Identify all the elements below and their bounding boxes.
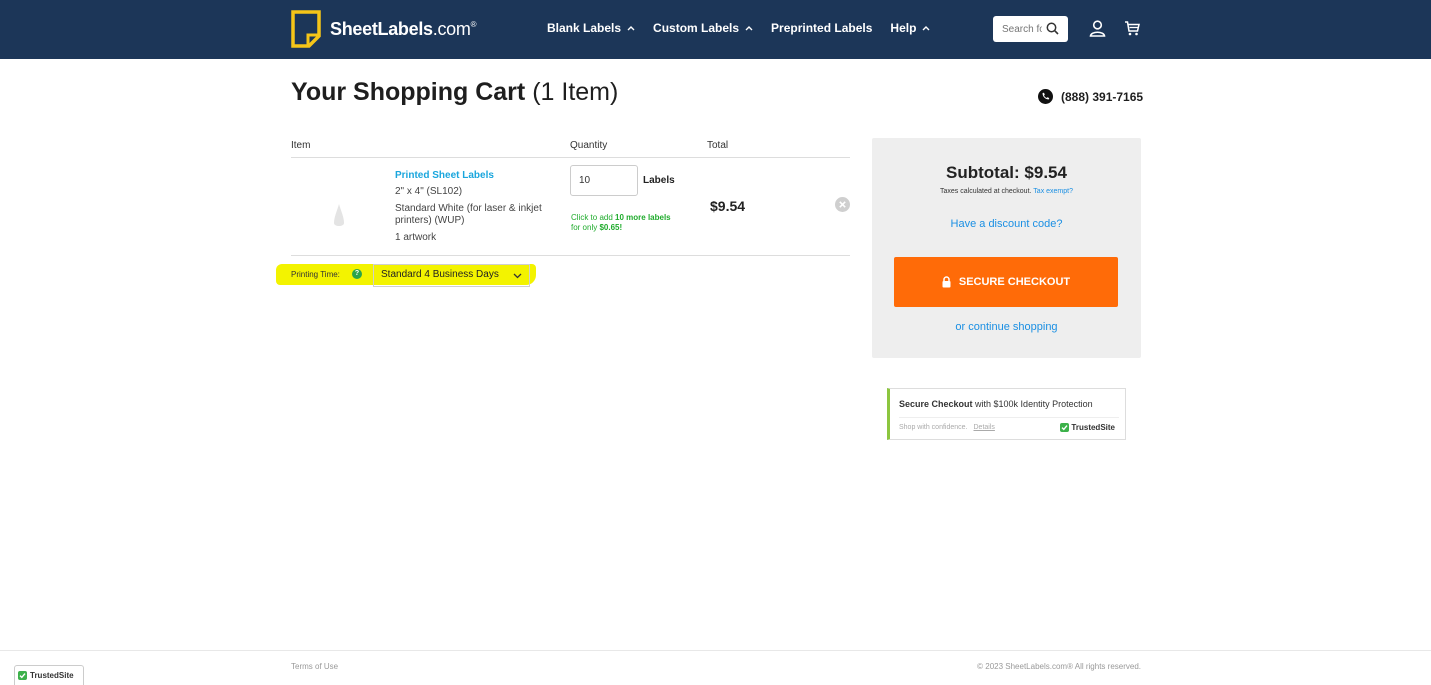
tax-note-text: Taxes calculated at checkout. [940,188,1032,195]
discount-code-link[interactable]: Have a discount code? [872,218,1141,230]
tax-note: Taxes calculated at checkout. Tax exempt… [872,188,1141,195]
trustedsite-title-rest: with $100k Identity Protection [972,399,1093,409]
trustedsite-banner[interactable]: Secure Checkout with $100k Identity Prot… [887,388,1126,440]
search-box [993,16,1068,42]
subtotal: Subtotal: $9.54 [946,163,1067,182]
page-title-text: Your Shopping Cart [291,78,526,106]
chevron-up-icon [745,26,753,31]
divider [291,157,850,158]
quantity-unit: Labels [643,175,675,186]
remove-item-icon[interactable] [835,197,850,212]
nav-label: Custom Labels [653,21,740,35]
trustedsite-brand-name: TrustedSite [1071,423,1115,432]
column-header-total: Total [707,140,729,151]
upsell-mid: for only [571,223,600,232]
product-artwork: 1 artwork [395,232,437,243]
logo-text: SheetLabels.com® [330,19,476,40]
cart-item-count: (1 Item) [532,78,619,106]
product-size: 2" x 4" (SL102) [395,186,463,197]
printing-time-value: Standard 4 Business Days [381,269,499,280]
trustedsite-brand: TrustedSite [1060,423,1115,432]
main-nav: Blank Labels Custom Labels Preprinted La… [547,21,948,35]
secure-checkout-button[interactable]: SECURE CHECKOUT [894,257,1118,307]
logo-name: SheetLabels [330,18,433,39]
nav-label: Blank Labels [547,21,622,35]
trustedsite-details-link[interactable]: Details [974,424,995,431]
divider [899,417,1119,418]
upsell-price: $0.65! [599,223,623,232]
chevron-up-icon [627,26,635,31]
logo-registered: ® [470,19,477,29]
order-summary: Subtotal: $9.54 Taxes calculated at chec… [872,138,1141,358]
site-logo[interactable]: SheetLabels.com® [291,10,476,48]
search-icon[interactable] [1046,22,1059,35]
nav-custom-labels[interactable]: Custom Labels [653,21,753,35]
phone-contact[interactable]: (888) 391-7165 [1038,89,1143,104]
upsell-amount: 10 more labels [615,213,671,222]
phone-number: (888) 391-7165 [1061,89,1144,104]
page-title: Your Shopping Cart (1 Item) [291,78,618,107]
product-material-line1: Standard White (for laser & inkjet [395,203,542,214]
logo-tld: .com [432,18,471,39]
column-header-item: Item [291,140,311,151]
check-icon [18,671,27,680]
upsell-link[interactable]: Click to add 10 more labels for only $0.… [571,213,686,233]
nav-label: Preprinted Labels [771,21,873,35]
printing-time-label: Printing Time: [291,270,340,279]
tax-exempt-link[interactable]: Tax exempt? [1033,188,1073,195]
chevron-up-icon [922,26,930,31]
copyright: © 2023 SheetLabels.com® All rights reser… [977,662,1141,671]
nav-preprinted-labels[interactable]: Preprinted Labels [771,21,872,35]
printing-time-select[interactable]: Standard 4 Business Days [373,264,530,287]
search-input[interactable] [1002,23,1042,35]
product-thumbnail [334,204,344,226]
chevron-down-icon [513,273,522,279]
nav-help[interactable]: Help [890,21,930,35]
logo-mark-icon [291,10,321,48]
product-material-line2: printers) (WUP) [395,215,465,226]
phone-icon [1038,89,1053,104]
product-name-link[interactable]: Printed Sheet Labels [395,170,494,181]
trustedsite-title-bold: Secure Checkout [899,399,973,409]
trustedsite-badge[interactable]: TrustedSite [14,665,84,685]
divider [291,255,850,256]
upsell-prefix: Click to add [571,213,616,222]
user-icon[interactable] [1089,20,1106,37]
nav-label: Help [890,21,917,35]
checkout-label: SECURE CHECKOUT [958,276,1071,288]
quantity-input[interactable] [570,165,638,196]
trustedsite-title: Secure Checkout with $100k Identity Prot… [899,399,1093,409]
trustedsite-sub: Shop with confidence. Details [899,424,995,431]
check-icon [1060,423,1070,432]
trustedsite-sub-text: Shop with confidence. [899,424,968,431]
help-icon[interactable]: ? [352,269,362,279]
continue-shopping-link[interactable]: or continue shopping [872,321,1141,333]
column-header-quantity: Quantity [570,140,608,151]
lock-icon [942,276,951,288]
terms-of-use-link[interactable]: Terms of Use [291,662,338,671]
site-header: SheetLabels.com® Blank Labels Custom Lab… [0,0,1431,59]
cart-icon[interactable] [1124,20,1140,36]
trustedsite-badge-label: TrustedSite [30,671,74,680]
footer-divider [0,650,1431,651]
nav-blank-labels[interactable]: Blank Labels [547,21,635,35]
line-total: $9.54 [710,198,746,214]
